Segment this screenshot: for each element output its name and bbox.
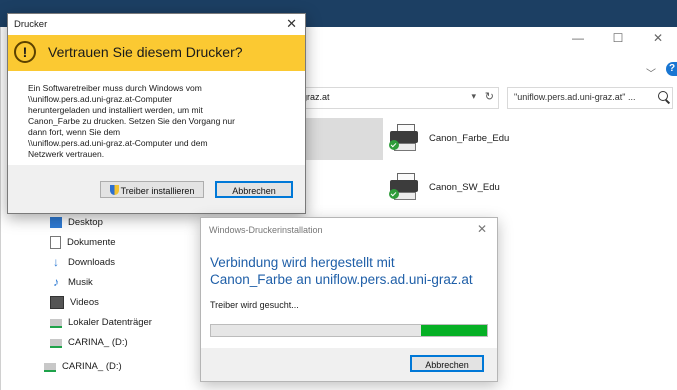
video-icon <box>50 295 64 309</box>
music-icon: ♪ <box>53 274 59 289</box>
printer-item[interactable]: Canon_Farbe_Edu <box>389 124 509 152</box>
close-button[interactable]: ✕ <box>652 31 664 45</box>
printer-name: Canon_SW_Edu <box>429 181 500 193</box>
dialog-title: Drucker <box>14 19 48 30</box>
close-icon[interactable]: ✕ <box>286 16 297 32</box>
address-text: graz.at <box>302 92 330 102</box>
warning-icon: ! <box>14 41 36 63</box>
warning-banner: ! Vertrauen Sie diesem Drucker? <box>8 35 305 71</box>
search-text: "uniflow.pers.ad.uni-graz.at" ... <box>514 92 636 102</box>
message-line: Netzwerk vertrauen. <box>28 149 105 159</box>
install-driver-label: Treiber installieren <box>120 186 195 196</box>
printer-name: Canon_Farbe_Edu <box>429 132 510 144</box>
chevron-down-icon[interactable]: ﹀ <box>646 65 656 80</box>
nav-label: Desktop <box>68 216 103 228</box>
minimize-button[interactable]: — <box>572 31 584 45</box>
progress-bar <box>210 324 488 337</box>
message-line: Ein Softwaretreiber muss durch Windows v… <box>28 83 202 93</box>
dialog-title: Windows-Druckerinstallation <box>209 225 323 235</box>
search-icon[interactable] <box>658 91 668 101</box>
drive-icon <box>44 363 56 372</box>
nav-item-carina-drive[interactable]: CARINA_ (D:) <box>44 356 210 376</box>
nav-label: CARINA_ (D:) <box>62 360 122 372</box>
nav-label: CARINA_ (D:) <box>68 336 128 348</box>
refresh-icon[interactable]: ↻ <box>485 90 494 103</box>
connection-heading: Verbindung wird hergestellt mit Canon_Fa… <box>210 255 473 287</box>
nav-label: Downloads <box>68 256 115 268</box>
address-bar[interactable]: graz.at ▾ ↻ <box>297 87 499 109</box>
nav-label: Lokaler Datenträger <box>68 316 152 328</box>
trust-printer-dialog: Drucker ✕ ! Vertrauen Sie diesem Drucker… <box>7 13 306 214</box>
install-driver-button[interactable]: Treiber installieren <box>100 181 204 198</box>
dialog-heading: Vertrauen Sie diesem Drucker? <box>48 44 243 60</box>
printer-icon <box>389 173 421 201</box>
printer-item[interactable]: Canon_SW_Edu <box>389 173 500 201</box>
nav-item-documents[interactable]: Dokumente <box>50 232 210 252</box>
dialog-message: Ein Softwaretreiber muss durch Windows v… <box>8 71 305 165</box>
cancel-button[interactable]: Abbrechen <box>410 355 484 372</box>
desktop-icon <box>50 216 62 228</box>
help-icon[interactable]: ? <box>666 62 677 76</box>
message-line: Canon_Farbe zu drucken. Setzen Sie den V… <box>28 116 235 126</box>
document-icon <box>50 235 61 249</box>
printer-item-selection[interactable] <box>297 118 383 160</box>
nav-item-music[interactable]: ♪ Musik <box>50 272 210 292</box>
close-icon[interactable]: ✕ <box>477 222 487 236</box>
message-line: \\uniflow.pers.ad.uni-graz.at-Computer u… <box>28 138 208 148</box>
chevron-down-icon[interactable]: ▾ <box>471 91 476 102</box>
dialog-footer: Treiber installieren Abbrechen <box>8 166 305 213</box>
printer-install-progress-dialog: Windows-Druckerinstallation ✕ Verbindung… <box>200 217 498 382</box>
message-line: heruntergeladen und installiert werden, … <box>28 105 203 115</box>
dialog-titlebar: Drucker ✕ <box>8 14 305 35</box>
nav-item-videos[interactable]: Videos <box>50 292 210 312</box>
search-input[interactable]: "uniflow.pers.ad.uni-graz.at" ... <box>507 87 673 109</box>
shield-icon <box>109 185 119 195</box>
nav-item-carina-drive[interactable]: CARINA_ (D:) <box>50 332 210 352</box>
nav-label: Dokumente <box>67 236 116 248</box>
status-text: Treiber wird gesucht... <box>210 300 299 310</box>
printer-icon <box>389 124 421 152</box>
navigation-pane: Desktop Dokumente ↓ Downloads ♪ Musik Vi… <box>44 212 210 376</box>
nav-item-downloads[interactable]: ↓ Downloads <box>50 252 210 272</box>
nav-label: Videos <box>70 296 99 308</box>
drive-icon <box>50 339 62 348</box>
maximize-button[interactable]: ☐ <box>612 31 624 45</box>
nav-item-local-drive[interactable]: Lokaler Datenträger <box>50 312 210 332</box>
nav-item-desktop[interactable]: Desktop <box>50 212 210 232</box>
cancel-button[interactable]: Abbrechen <box>215 181 293 198</box>
window-controls: — ☐ ✕ <box>572 31 677 45</box>
message-line: dann fort, wenn Sie dem <box>28 127 121 137</box>
drive-icon <box>50 319 62 328</box>
dialog-footer: Abbrechen <box>201 348 497 381</box>
progress-bar-fill <box>420 325 487 336</box>
message-line: \\uniflow.pers.ad.uni-graz.at-Computer <box>28 94 173 104</box>
download-icon: ↓ <box>53 254 59 269</box>
nav-label: Musik <box>68 276 93 288</box>
